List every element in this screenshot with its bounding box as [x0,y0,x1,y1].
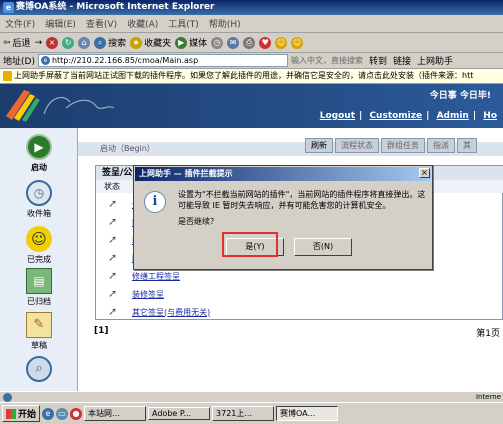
clock-icon: ◷ [26,180,52,206]
more-button[interactable]: 其 [457,138,477,153]
pencil-icon: ✎ [26,312,52,338]
menu-bar: 文件(F) 编辑(E) 查看(V) 收藏(A) 工具(T) 帮助(H) [0,15,503,33]
task-site[interactable]: 本站网... [84,406,147,421]
search-hint[interactable]: 输入中文，直接搜索 [288,55,366,66]
desktop-quicklaunch-icon[interactable]: ▭ [56,407,69,420]
nav-archived[interactable]: ▤ 已归档 [4,268,74,307]
forward-button[interactable]: → [35,38,43,48]
address-label: 地址(D) [3,57,35,67]
refresh-button[interactable]: 刷新 [305,138,333,153]
start-button[interactable]: 开始 [2,405,41,422]
home-link[interactable]: Ho [483,111,497,121]
windows-logo-icon [6,408,16,419]
arrow-icon: ➚ [108,197,118,210]
smiley-icon[interactable]: ☺ [291,36,304,49]
pager[interactable]: [1] [94,326,109,336]
ie-quicklaunch-icon[interactable]: e [42,407,55,420]
info-text: 上网助手屏蔽了当前网站正试图下载的插件程序。如果您了解此插件的用途，并确信它是安… [14,71,474,80]
ie-status-icon [3,393,12,402]
dialog-close-button[interactable]: × [419,168,430,178]
dialog-message: 设置为"不拦截当前网站的插件"，当前网站的插件程序将直接弹出。这可能导致 IE … [178,190,426,210]
search-button[interactable]: ⌕ 搜索 [94,36,126,49]
ie-logo-icon: e [3,2,14,13]
window-title-bar: e 赛博OA系统 - Microsoft Internet Explorer [0,0,503,15]
nav-search[interactable]: ⌕ [4,356,74,384]
address-input[interactable]: e http://210.22.166.85/cmoa/Main.asp [37,54,288,67]
menu-tools[interactable]: 工具(T) [163,17,204,30]
greeting-text: 今日事 今日毕! [429,91,491,101]
task-adobe[interactable]: Adobe P... [148,407,211,420]
mail-icon[interactable]: ✉ [227,36,240,49]
dialog-question: 是否继续？ [178,217,218,226]
standard-toolbar: ⇦ 后退 → × ↻ ⌂ ⌕ 搜索 ★ 收藏夹 ▶ 媒体 ◷ ✉ ⎙ ♥ ☺ ☺ [0,33,503,53]
links-button[interactable]: 链接 [390,54,414,67]
arrow-icon: ➚ [108,233,118,246]
page-icon: e [40,56,50,65]
nav-completed[interactable]: ☺ 已完成 [4,226,74,265]
plugin-info-bar[interactable]: 上网助手屏蔽了当前网站正试图下载的插件程序。如果您了解此插件的用途，并确信它是安… [0,69,503,84]
nav-drafts[interactable]: ✎ 草稿 [4,312,74,351]
nav-inbox[interactable]: ◷ 收件箱 [4,180,74,219]
forward-arrow-icon: → [34,37,43,48]
arrow-icon: ➚ [108,287,118,300]
play-icon: ▶ [26,134,52,160]
favorites-icon: ★ [130,36,143,49]
menu-help[interactable]: 帮助(H) [204,17,246,30]
stop-icon[interactable]: × [46,36,59,49]
history-icon[interactable]: ◷ [211,36,224,49]
info-icon: i [144,191,166,213]
taskbar: 开始 e ▭ ● 本站网... Adobe P... 3721上... 赛博OA… [0,402,503,424]
task-3721[interactable]: 3721上... [212,406,275,421]
nav-start[interactable]: ▶ 启动 [4,134,74,173]
zone-text: Interne [475,393,501,401]
cybermart-logo [6,90,115,122]
page-info: 第1页 [476,329,500,339]
header-links: Logout | Customize | Admin | Ho [319,111,497,121]
plugin-block-dialog: 上网助手 — 插件拦截提示 × i 设置为"不拦截当前网站的插件"，当前网站的插… [133,165,433,270]
arrow-icon: ➚ [108,215,118,228]
table-row[interactable]: ➚ 其它签呈(与费用无关) [96,303,503,321]
home-icon[interactable]: ⌂ [78,36,91,49]
customize-link[interactable]: Customize [369,111,422,121]
magnifier-icon: ⌕ [26,356,52,382]
breadcrumb: 启动（Begin） [100,144,155,153]
window-title: 赛博OA系统 - Microsoft Internet Explorer [16,2,215,12]
media-quicklaunch-icon[interactable]: ● [70,407,83,420]
table-row[interactable]: ➚ 装修签呈 [96,285,503,303]
menu-view[interactable]: 查看(V) [81,17,122,30]
back-button[interactable]: ⇦ 后退 [3,36,31,50]
status-bar: Interne [0,391,503,402]
messenger-icon[interactable]: ☺ [275,36,288,49]
menu-edit[interactable]: 编辑(E) [40,17,81,30]
admin-link[interactable]: Admin [437,111,469,121]
media-icon: ▶ [175,36,188,49]
print-icon[interactable]: ⎙ [243,36,256,49]
media-button[interactable]: ▶ 媒体 [175,36,207,49]
arrow-icon: ➚ [108,251,118,264]
favorites-button[interactable]: ★ 收藏夹 [130,36,171,49]
dialog-title: 上网助手 — 插件拦截提示 [135,167,431,181]
arrow-icon: ➚ [108,269,118,282]
address-bar: 地址(D) e http://210.22.166.85/cmoa/Main.a… [0,53,503,69]
back-arrow-icon: ⇦ [3,37,11,48]
arrow-icon: ➚ [108,305,118,318]
warning-icon [3,71,12,81]
menu-file[interactable]: 文件(F) [0,17,40,30]
flow-status-button[interactable]: 流程状态 [335,138,379,153]
go-button[interactable]: 转到 [366,54,390,67]
search-icon: ⌕ [94,36,107,49]
refresh-icon[interactable]: ↻ [62,36,75,49]
assign-button[interactable]: 指派 [427,138,455,153]
menu-favorites[interactable]: 收藏(A) [122,17,163,30]
logout-link[interactable]: Logout [320,111,355,121]
group-task-button[interactable]: 群组任务 [381,138,425,153]
highlight-box [222,232,278,257]
no-button[interactable]: 否(N) [294,238,352,256]
task-oa[interactable]: 赛博OA... [276,406,339,421]
archive-icon: ▤ [26,268,52,294]
plugin-icon[interactable]: ♥ [259,36,272,49]
action-buttons: 刷新 流程状态 群组任务 指派 其 [305,138,477,153]
smiley-face-icon: ☺ [26,226,52,252]
helper-button[interactable]: 上网助手 [414,54,456,67]
